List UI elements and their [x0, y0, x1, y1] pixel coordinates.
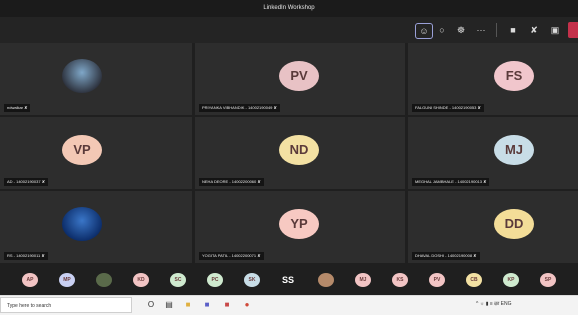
- strip-participant-avatar[interactable]: AP: [22, 273, 38, 287]
- participant-tile-mj[interactable]: MJ MEGHAL JAMBHALE - 14002190013 ✘: [408, 117, 578, 189]
- participant-tile-pv[interactable]: PV PRIYANKA VIBHANDIK - 14002190049 ✘: [195, 43, 405, 115]
- participant-tile-1[interactable]: ndwalkar ✘: [0, 43, 192, 115]
- taskbar-search[interactable]: Type here to search: [0, 297, 132, 313]
- window-title: LinkedIn Workshop: [0, 0, 578, 17]
- strip-participant-avatar[interactable]: MJ: [355, 273, 371, 287]
- participant-avatar: PV: [279, 61, 319, 91]
- strip-participant-avatar[interactable]: SK: [244, 273, 260, 287]
- strip-participant-avatar[interactable]: CB: [466, 273, 482, 287]
- participant-avatar: MJ: [494, 135, 534, 165]
- participant-tile-nd[interactable]: ND NEHA DEORE - 14002200060 ✘: [195, 117, 405, 189]
- system-tray: ^ ☼ ▮ ≡ ऴा ENG: [476, 301, 512, 307]
- windows-taskbar: Type here to search ^ ☼ ▮ ≡ ऴा ENG O ▤ ■ ■ ■…: [0, 295, 578, 315]
- participant-photo: [62, 207, 102, 241]
- participant-name: AD - 14002190037 ✘: [4, 178, 49, 186]
- participant-name: FALGUNI SHINDE - 14002190053 ✘: [412, 104, 484, 112]
- meeting-toolbar: ☺ ○ ☸ ··· ■ ✘ ▣: [0, 17, 578, 43]
- participant-avatar: YP: [279, 209, 319, 239]
- start-icon[interactable]: O: [145, 299, 157, 311]
- participant-avatar: FS: [494, 61, 534, 91]
- leave-button[interactable]: [568, 22, 578, 38]
- strip-participant-avatar[interactable]: PC: [207, 273, 223, 287]
- people-icon[interactable]: ☺: [415, 23, 433, 39]
- share-icon[interactable]: ▣: [547, 23, 563, 37]
- participant-name: DHAVAL DOSHI - 14002190008 ✘: [412, 252, 480, 260]
- participant-name: NEHA DEORE - 14002200060 ✘: [199, 178, 264, 186]
- reactions-icon[interactable]: ☸: [453, 23, 469, 37]
- store-icon[interactable]: ■: [221, 299, 233, 311]
- participant-tile-yp[interactable]: YP YOGITA PATIL - 14002200071 ✘: [195, 191, 405, 263]
- participant-avatar: DD: [494, 209, 534, 239]
- participant-tile-dd[interactable]: DD DHAVAL DOSHI - 14002190008 ✘: [408, 191, 578, 263]
- participant-name: MEGHAL JAMBHALE - 14002190013 ✘: [412, 178, 490, 186]
- chat-icon[interactable]: ○: [434, 23, 450, 37]
- participant-avatar: ND: [279, 135, 319, 165]
- participant-name: ndwalkar ✘: [4, 104, 31, 112]
- toolbar-divider: [496, 23, 497, 37]
- strip-participant-avatar[interactable]: SP: [540, 273, 556, 287]
- file-explorer-icon[interactable]: ■: [182, 299, 194, 311]
- strip-participant-avatar[interactable]: KD: [133, 273, 149, 287]
- strip-participant-photo[interactable]: [96, 273, 112, 287]
- strip-participant-avatar[interactable]: SC: [170, 273, 186, 287]
- camera-icon[interactable]: ■: [505, 23, 521, 37]
- participant-tile-7[interactable]: RS - 14002190011 ✘: [0, 191, 192, 263]
- participant-name: YOGITA PATIL - 14002200071 ✘: [199, 252, 264, 260]
- teams-icon[interactable]: ■: [201, 299, 213, 311]
- strip-participant-photo[interactable]: [318, 273, 334, 287]
- teams-window: LinkedIn Workshop ☺ ○ ☸ ··· ■ ✘ ▣ ndwalkar ✘ PV…: [0, 0, 578, 295]
- strip-participant-avatar[interactable]: KP: [503, 273, 519, 287]
- participant-grid: ndwalkar ✘ PV PRIYANKA VIBHANDIK - 1400219…: [0, 43, 578, 265]
- strip-participant-avatar[interactable]: KS: [392, 273, 408, 287]
- strip-participant-avatar[interactable]: MP: [59, 273, 75, 287]
- participant-strip: AP MP KD SC PC SK SS MJ KS PV CB KP SP: [0, 265, 578, 295]
- task-view-icon[interactable]: ▤: [163, 299, 175, 311]
- participant-photo: [62, 59, 102, 93]
- strip-participant-avatar[interactable]: PV: [429, 273, 445, 287]
- participant-avatar: VP: [62, 135, 102, 165]
- strip-participant-label[interactable]: SS: [282, 273, 294, 287]
- participant-tile-vp[interactable]: VP AD - 14002190037 ✘: [0, 117, 192, 189]
- participant-tile-fs[interactable]: FS FALGUNI SHINDE - 14002190053 ✘: [408, 43, 578, 115]
- participant-name: PRIYANKA VIBHANDIK - 14002190049 ✘: [199, 104, 280, 112]
- chrome-icon[interactable]: ●: [241, 299, 253, 311]
- participant-name: RS - 14002190011 ✘: [4, 252, 48, 260]
- mic-off-icon[interactable]: ✘: [526, 23, 542, 37]
- more-icon[interactable]: ···: [473, 23, 489, 37]
